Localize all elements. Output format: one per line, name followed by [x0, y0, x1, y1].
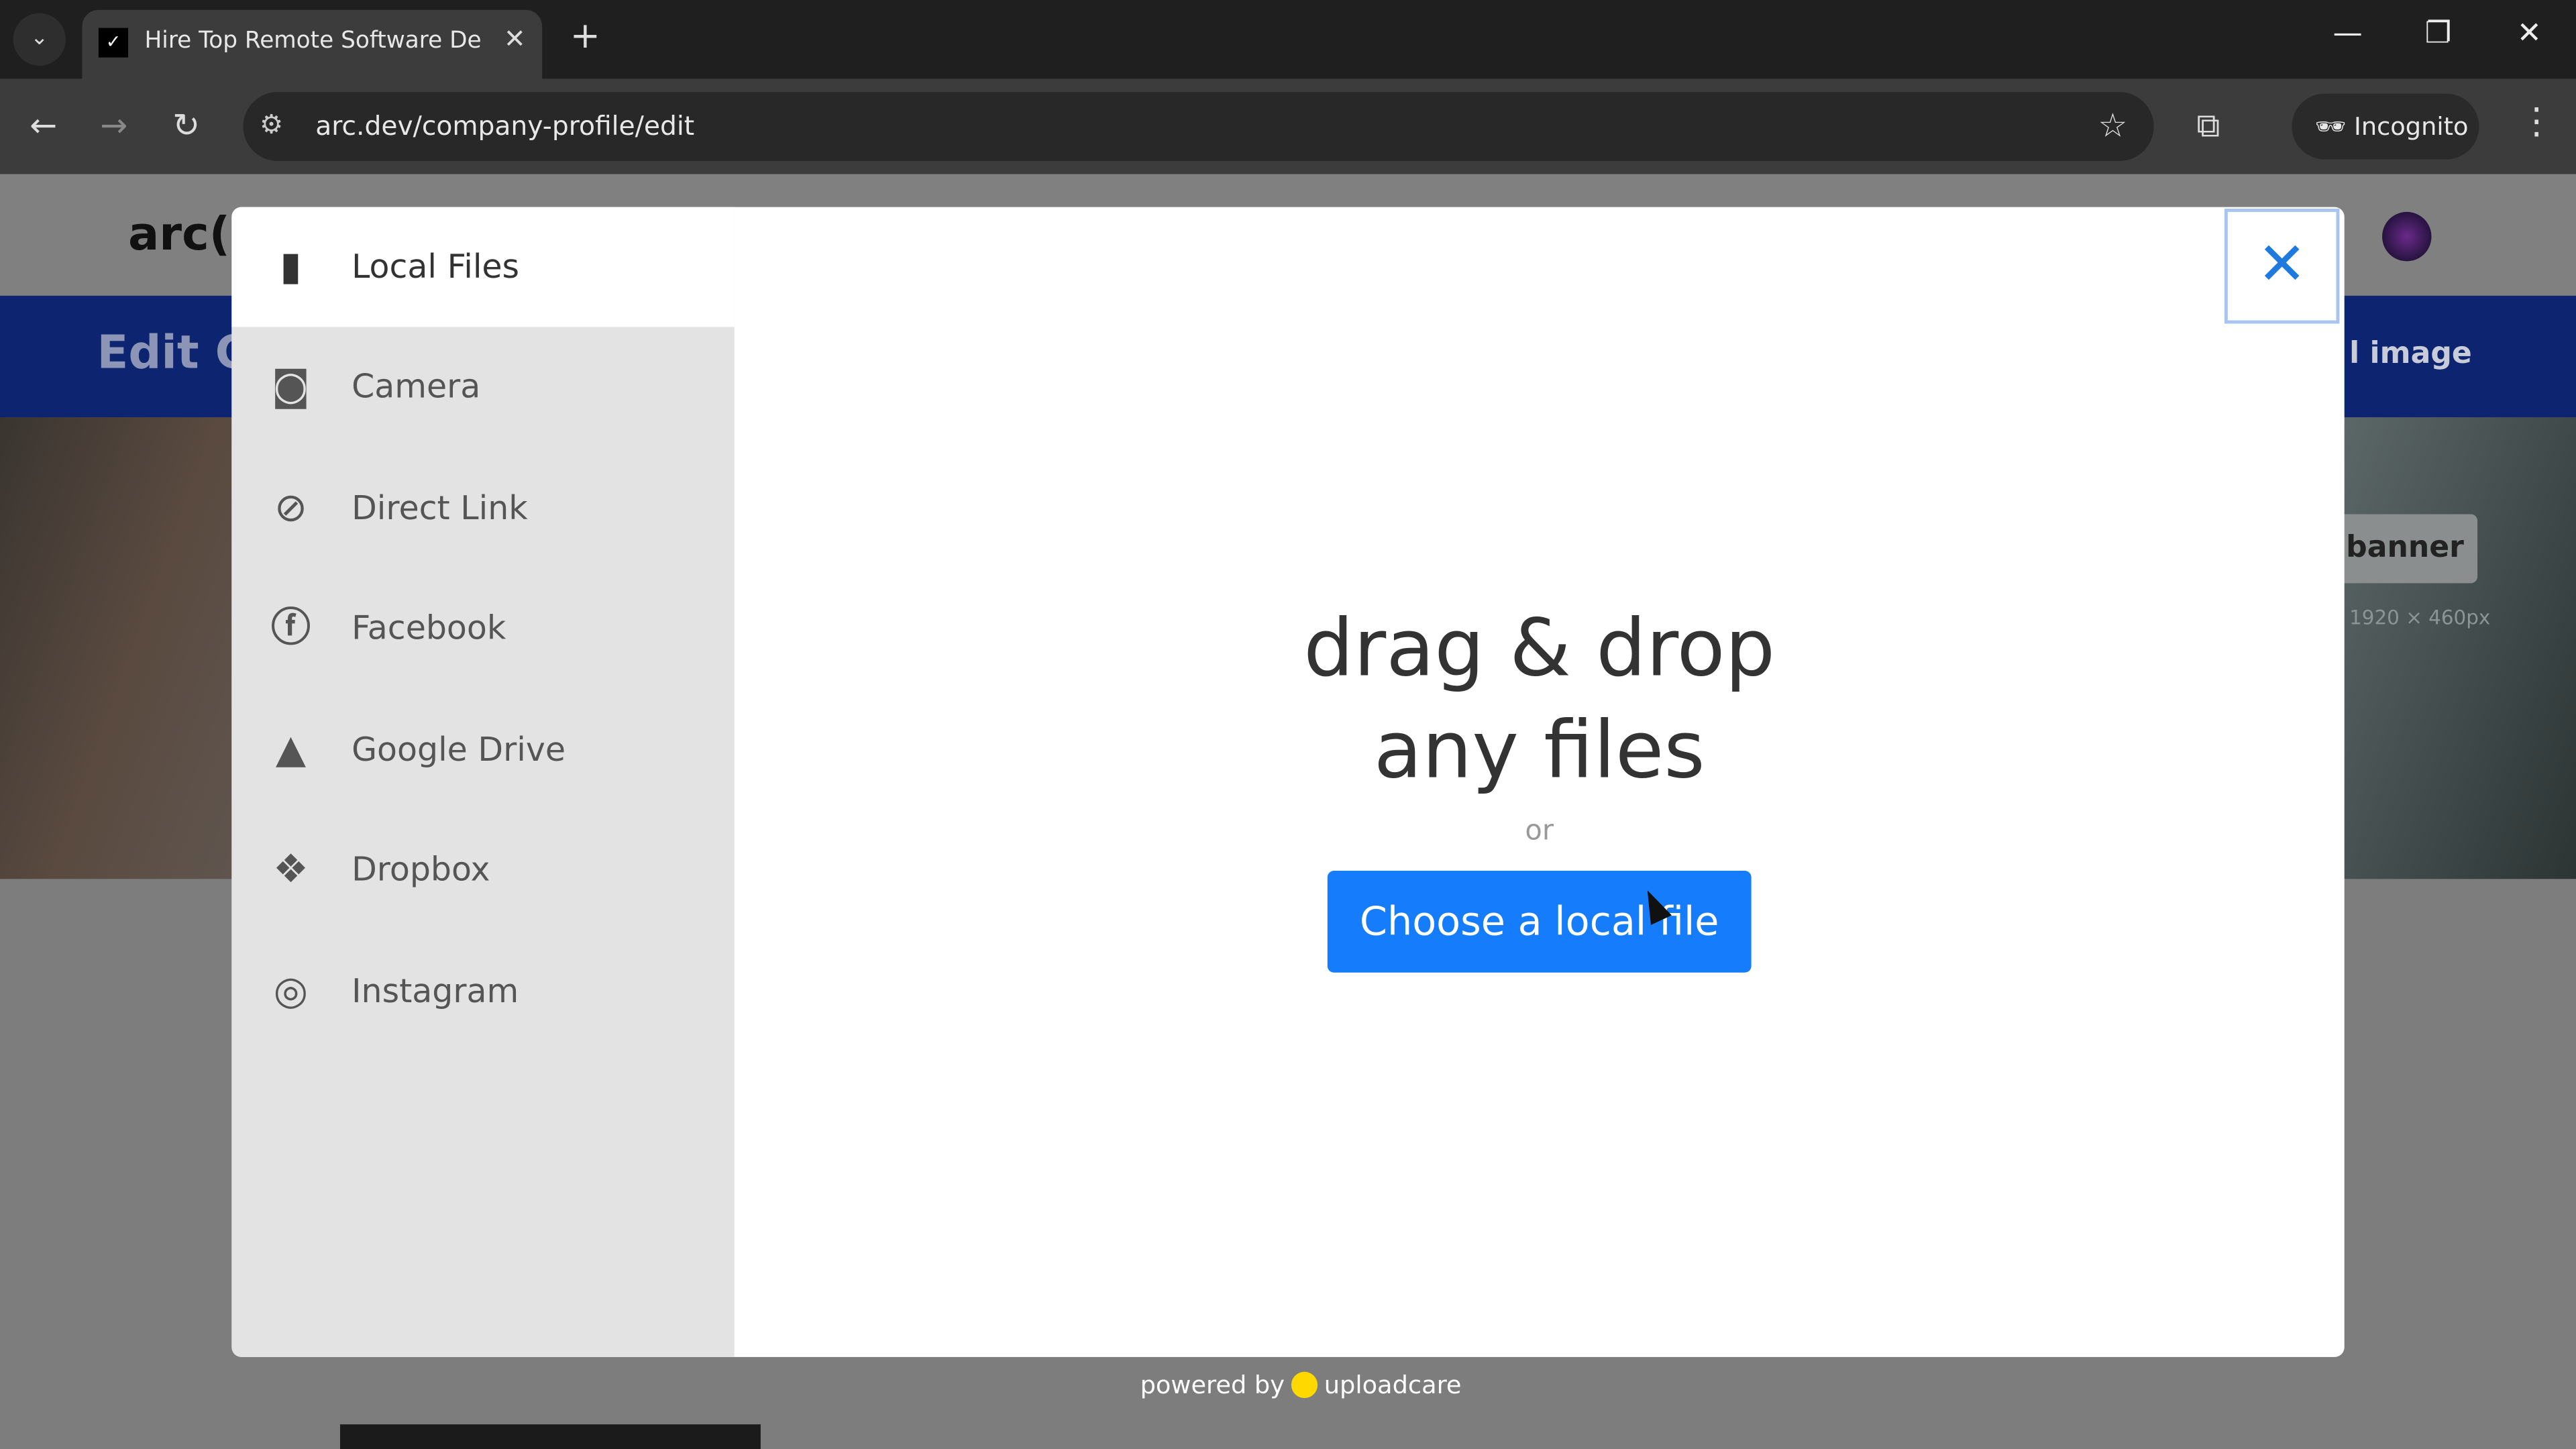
reload-icon[interactable]: ↻: [172, 105, 200, 145]
source-label: Dropbox: [352, 849, 490, 889]
source-label: Direct Link: [352, 488, 528, 528]
source-label: Instagram: [352, 971, 519, 1011]
source-local-files[interactable]: ▮ Local Files: [231, 207, 735, 327]
drop-line-2: any files: [1373, 704, 1705, 797]
browser-menu-icon[interactable]: ⋮: [2518, 102, 2555, 143]
browser-tab[interactable]: ✓ Hire Top Remote Software Developers ✕: [82, 9, 543, 79]
incognito-label: Incognito: [2353, 111, 2469, 142]
drop-line-1: drag & drop: [1303, 602, 1776, 695]
source-facebook[interactable]: ⓕ Facebook: [231, 568, 734, 688]
page-footer-button: [339, 1424, 761, 1449]
avatar[interactable]: [2382, 211, 2432, 262]
new-tab-button[interactable]: +: [570, 16, 600, 57]
bookmark-star-icon[interactable]: ☆: [2098, 105, 2128, 145]
source-dropbox[interactable]: ❖ Dropbox: [231, 810, 734, 930]
tab-search-button[interactable]: ⌄: [13, 13, 66, 66]
link-icon: ⊘: [274, 484, 308, 531]
incognito-icon: 🕶: [2314, 111, 2347, 142]
source-label: Facebook: [352, 608, 506, 647]
source-label: Local Files: [352, 246, 520, 286]
dropbox-icon: ❖: [273, 846, 309, 892]
tab-close-icon[interactable]: ✕: [504, 23, 526, 54]
minimize-button[interactable]: —: [2333, 16, 2363, 50]
page-title: Edit C: [97, 325, 249, 380]
source-google-drive[interactable]: ▲ Google Drive: [231, 690, 734, 810]
close-button[interactable]: ✕: [2224, 209, 2340, 324]
site-info-icon[interactable]: ⚙: [260, 109, 283, 140]
powered-by-text: powered by: [1140, 1370, 1285, 1400]
source-label: Google Drive: [352, 729, 566, 769]
uploadcare-brand: uploadcare: [1324, 1370, 1462, 1400]
back-icon[interactable]: ←: [30, 105, 57, 145]
source-sidebar: ▮ Local Files ◙ Camera ⊘ Direct Link ⓕ F…: [231, 207, 735, 1357]
incognito-badge[interactable]: 🕶 Incognito: [2292, 93, 2479, 160]
restore-button[interactable]: ❐: [2425, 16, 2452, 50]
or-separator: or: [1525, 814, 1554, 848]
camera-icon: ◙: [271, 363, 310, 409]
source-instagram[interactable]: ◎ Instagram: [231, 932, 734, 1052]
uploadcare-logo-icon: [1291, 1371, 1318, 1399]
url-text[interactable]: arc.dev/company-profile/edit: [315, 110, 694, 142]
address-bar[interactable]: ⚙ arc.dev/company-profile/edit ☆: [243, 92, 2154, 162]
choose-local-file-button[interactable]: Choose a local file: [1327, 870, 1752, 973]
favicon-icon: ✓: [98, 28, 129, 58]
instagram-icon: ◎: [273, 967, 309, 1014]
screen: ⌄ ✓ Hire Top Remote Software Developers …: [0, 0, 2576, 1449]
powered-by-uploadcare[interactable]: powered by uploadcare: [1140, 1370, 1462, 1399]
google-drive-icon: ▲: [275, 726, 307, 773]
source-label: Camera: [352, 366, 481, 406]
facebook-icon: ⓕ: [271, 604, 311, 651]
source-camera[interactable]: ◙ Camera: [231, 327, 734, 447]
upload-image-button[interactable]: l image: [2349, 337, 2472, 371]
extensions-icon[interactable]: ⧉: [2196, 105, 2220, 145]
tab-title: Hire Top Remote Software Developers: [144, 28, 482, 54]
window-close-button[interactable]: ✕: [2517, 16, 2542, 50]
banner-size-hint: 1920 × 460px: [2349, 606, 2491, 629]
upload-dialog: ▮ Local Files ◙ Camera ⊘ Direct Link ⓕ F…: [231, 207, 2345, 1357]
drop-zone-text: drag & drop any files: [735, 598, 2345, 802]
file-icon: ▮: [280, 243, 302, 290]
forward-icon[interactable]: →: [100, 105, 127, 145]
source-direct-link[interactable]: ⊘ Direct Link: [231, 449, 734, 569]
banner-button-label: banner: [2346, 531, 2464, 566]
